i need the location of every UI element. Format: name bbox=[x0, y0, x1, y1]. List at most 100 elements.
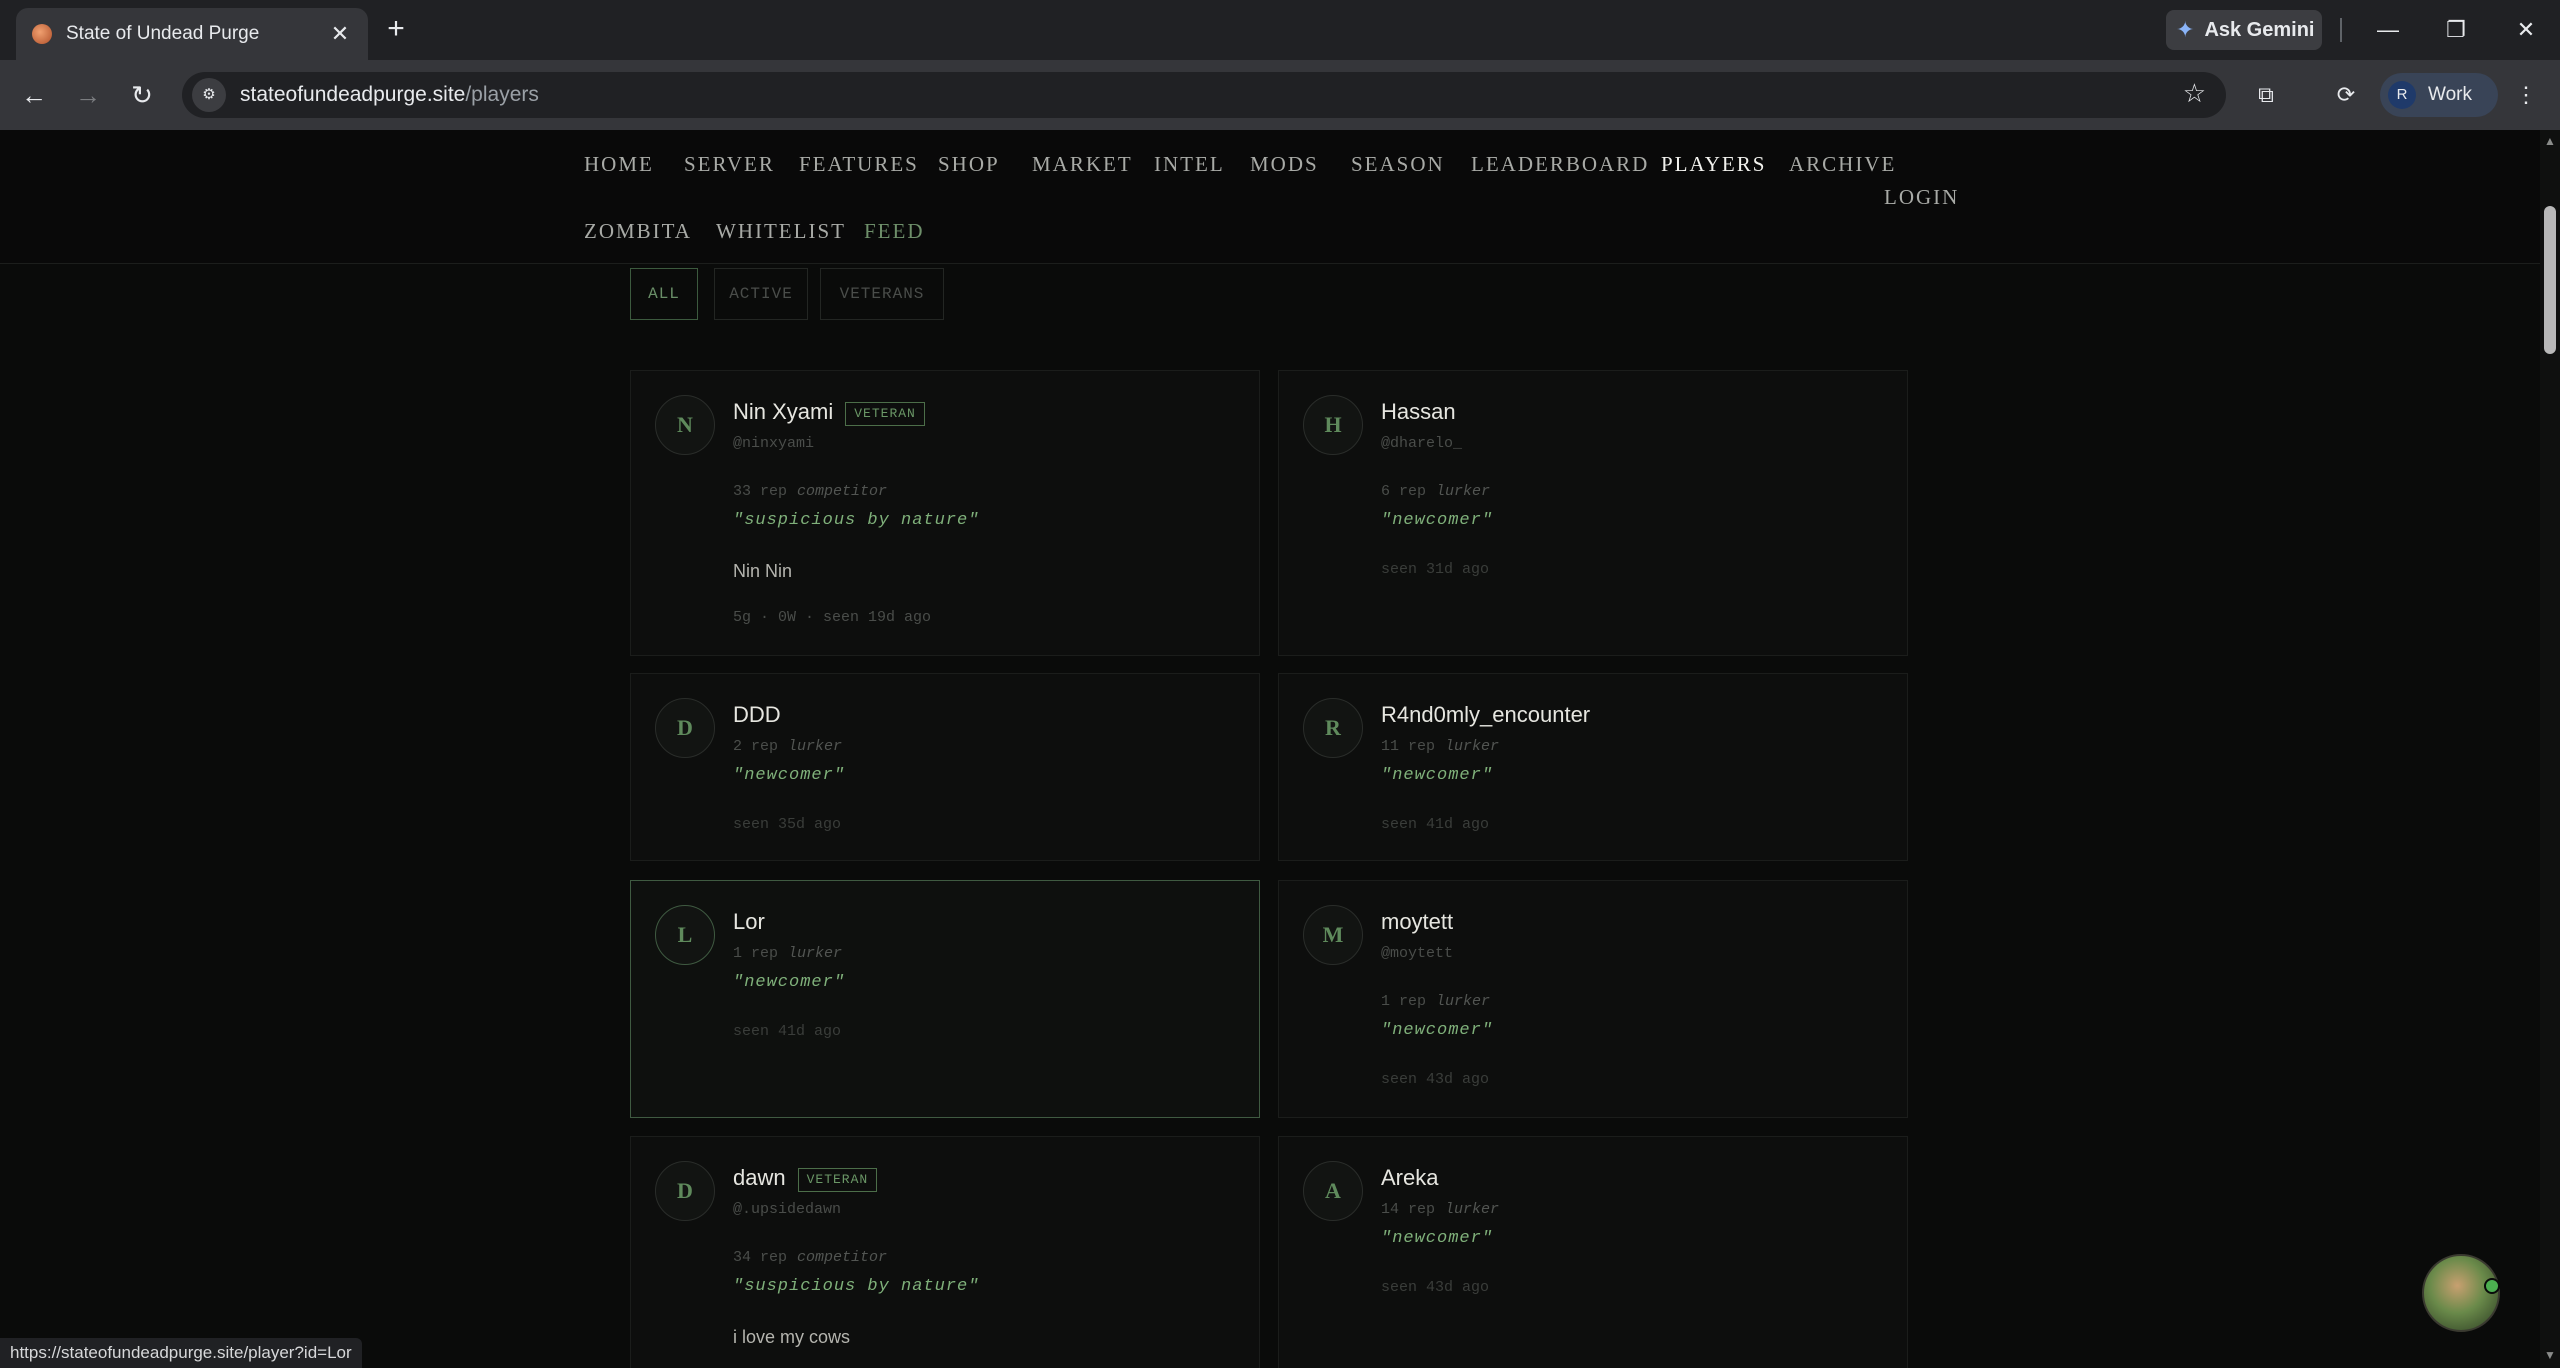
player-quote: "suspicious by nature" bbox=[733, 1277, 980, 1296]
player-card[interactable]: D dawn VETERAN @.upsidedawn 34 rep competi… bbox=[630, 1136, 1260, 1368]
player-handle: @ninxyami bbox=[733, 435, 815, 452]
player-avatar: D bbox=[655, 698, 715, 758]
player-rep-row: 33 rep competitor bbox=[733, 483, 887, 500]
player-avatar: A bbox=[1303, 1161, 1363, 1221]
link-status-bar: https://stateofundeadpurge.site/player?i… bbox=[0, 1338, 362, 1368]
page-scrollbar[interactable]: ▲ ▼ bbox=[2540, 130, 2560, 1368]
player-rep-row: 6 rep lurker bbox=[1381, 483, 1490, 500]
browser-tab[interactable]: State of Undead Purge ✕ bbox=[16, 8, 368, 60]
player-rep: 1 rep bbox=[733, 945, 779, 962]
player-bio: Nin Nin bbox=[733, 561, 793, 581]
new-tab-button[interactable]: + bbox=[378, 12, 414, 48]
player-last-seen: seen 43d ago bbox=[1381, 1071, 1490, 1088]
player-name-row: Nin Xyami VETERAN bbox=[733, 399, 925, 426]
site-info-icon[interactable]: ⚙ bbox=[192, 78, 226, 112]
nav-market[interactable]: MARKET bbox=[1032, 152, 1133, 177]
player-name: Lor bbox=[733, 909, 765, 934]
tab-close-icon[interactable]: ✕ bbox=[328, 21, 352, 47]
close-window-icon[interactable]: ✕ bbox=[2504, 12, 2548, 48]
nav-archive[interactable]: ARCHIVE bbox=[1789, 152, 1896, 177]
player-avatar: M bbox=[1303, 905, 1363, 965]
filter-all-button[interactable]: ALL bbox=[630, 268, 698, 320]
reload-icon[interactable]: ↻ bbox=[124, 77, 160, 113]
ask-gemini-button[interactable]: ✦ Ask Gemini bbox=[2166, 10, 2322, 50]
star-icon[interactable]: ☆ bbox=[2183, 78, 2206, 109]
player-avatar: N bbox=[655, 395, 715, 455]
player-name: Nin Xyami bbox=[733, 399, 834, 424]
player-role: competitor bbox=[797, 483, 888, 500]
player-avatar: R bbox=[1303, 698, 1363, 758]
player-quote: "newcomer" bbox=[1381, 1021, 1494, 1040]
kebab-menu-icon[interactable]: ⋮ bbox=[2508, 77, 2544, 113]
player-rep: 14 rep bbox=[1381, 1201, 1436, 1218]
nav-leaderboard[interactable]: LEADERBOARD bbox=[1471, 152, 1649, 177]
player-quote: "newcomer" bbox=[1381, 511, 1494, 530]
player-name: moytett bbox=[1381, 909, 1454, 934]
player-quote: "newcomer" bbox=[733, 766, 846, 785]
url-text: stateofundeadpurge.site/players bbox=[240, 83, 539, 107]
back-arrow-icon[interactable]: ← bbox=[16, 77, 52, 113]
nav-feed[interactable]: FEED bbox=[864, 219, 925, 244]
nav-login[interactable]: LOGIN bbox=[1884, 185, 1959, 210]
player-card[interactable]: R R4nd0mly_encounter 11 rep lurker "newco… bbox=[1278, 673, 1908, 861]
player-card[interactable]: N Nin Xyami VETERAN @ninxyami 33 rep compe… bbox=[630, 370, 1260, 656]
nav-features[interactable]: FEATURES bbox=[799, 152, 919, 177]
player-meta: 5g · 0W · seen 19d ago bbox=[733, 609, 932, 626]
search-tabs-icon[interactable]: ⧉ bbox=[2248, 77, 2284, 113]
nav-season[interactable]: SEASON bbox=[1351, 152, 1445, 177]
filter-active-button[interactable]: ACTIVE bbox=[714, 268, 808, 320]
player-card[interactable]: A Areka 14 rep lurker "newcomer" seen 43d… bbox=[1278, 1136, 1908, 1368]
nav-players[interactable]: PLAYERS bbox=[1661, 152, 1766, 177]
player-avatar: D bbox=[655, 1161, 715, 1221]
player-last-seen: seen 31d ago bbox=[1381, 561, 1490, 578]
player-role: lurker bbox=[1436, 993, 1491, 1010]
player-quote: "suspicious by nature" bbox=[733, 511, 980, 530]
profile-label: Work bbox=[2428, 84, 2472, 105]
player-rep: 11 rep bbox=[1381, 738, 1436, 755]
player-last-seen: seen 41d ago bbox=[733, 1023, 842, 1040]
player-role: lurker bbox=[1445, 1201, 1500, 1218]
player-rep: 33 rep bbox=[733, 483, 788, 500]
player-quote: "newcomer" bbox=[1381, 1229, 1494, 1248]
nav-home[interactable]: HOME bbox=[584, 152, 654, 177]
scrollbar-thumb[interactable] bbox=[2544, 206, 2556, 354]
player-rep-row: 11 rep lurker bbox=[1381, 738, 1499, 755]
profile-button[interactable]: R Work bbox=[2380, 73, 2498, 117]
player-card[interactable]: D DDD 2 rep lurker "newcomer" seen 35d ag… bbox=[630, 673, 1260, 861]
nav-shop[interactable]: SHOP bbox=[938, 152, 1000, 177]
scroll-up-icon[interactable]: ▲ bbox=[2544, 134, 2556, 148]
browser-toolbar: ← → ↻ ⚙ stateofundeadpurge.site/players … bbox=[0, 60, 2560, 130]
nav-server[interactable]: SERVER bbox=[684, 152, 775, 177]
player-avatar: H bbox=[1303, 395, 1363, 455]
player-card[interactable]: H Hassan @dharelo_ 6 rep lurker "newcomer… bbox=[1278, 370, 1908, 656]
player-role: lurker bbox=[788, 738, 843, 755]
address-bar[interactable]: ⚙ stateofundeadpurge.site/players ☆ bbox=[182, 72, 2226, 118]
restore-window-icon[interactable]: ❐ bbox=[2434, 12, 2478, 48]
player-quote: "newcomer" bbox=[1381, 766, 1494, 785]
player-card[interactable]: M moytett @moytett 1 rep lurker "newcomer… bbox=[1278, 880, 1908, 1118]
player-rep: 34 rep bbox=[733, 1249, 788, 1266]
scroll-down-icon[interactable]: ▼ bbox=[2544, 1348, 2556, 1362]
player-role: competitor bbox=[797, 1249, 888, 1266]
player-rep-row: 1 rep lurker bbox=[1381, 993, 1490, 1010]
nav-whitelist[interactable]: WHITELIST bbox=[716, 219, 846, 244]
player-card[interactable]: L Lor 1 rep lurker "newcomer" seen 41d ag… bbox=[630, 880, 1260, 1118]
nav-intel[interactable]: INTEL bbox=[1154, 152, 1225, 177]
player-rep-row: 34 rep competitor bbox=[733, 1249, 887, 1266]
tab-title: State of Undead Purge bbox=[66, 23, 260, 44]
player-last-seen: seen 43d ago bbox=[1381, 1279, 1490, 1296]
player-rep-row: 1 rep lurker bbox=[733, 945, 842, 962]
gemini-sparkle-icon: ✦ bbox=[2176, 17, 2195, 42]
player-role: lurker bbox=[1436, 483, 1491, 500]
player-name: Areka bbox=[1381, 1165, 1439, 1190]
player-role: lurker bbox=[788, 945, 843, 962]
forward-arrow-icon[interactable]: → bbox=[70, 77, 106, 113]
site-header: HOME SERVER FEATURES SHOP MARKET INTEL M… bbox=[0, 130, 2540, 264]
nav-zombita[interactable]: ZOMBITA bbox=[584, 219, 692, 244]
nav-mods[interactable]: MODS bbox=[1250, 152, 1319, 177]
minimize-window-icon[interactable]: — bbox=[2366, 12, 2410, 48]
profile-avatar: R bbox=[2388, 81, 2416, 109]
player-avatar: L bbox=[655, 905, 715, 965]
extensions-icon[interactable]: ⟳ bbox=[2328, 77, 2364, 113]
filter-veterans-button[interactable]: VETERANS bbox=[820, 268, 944, 320]
